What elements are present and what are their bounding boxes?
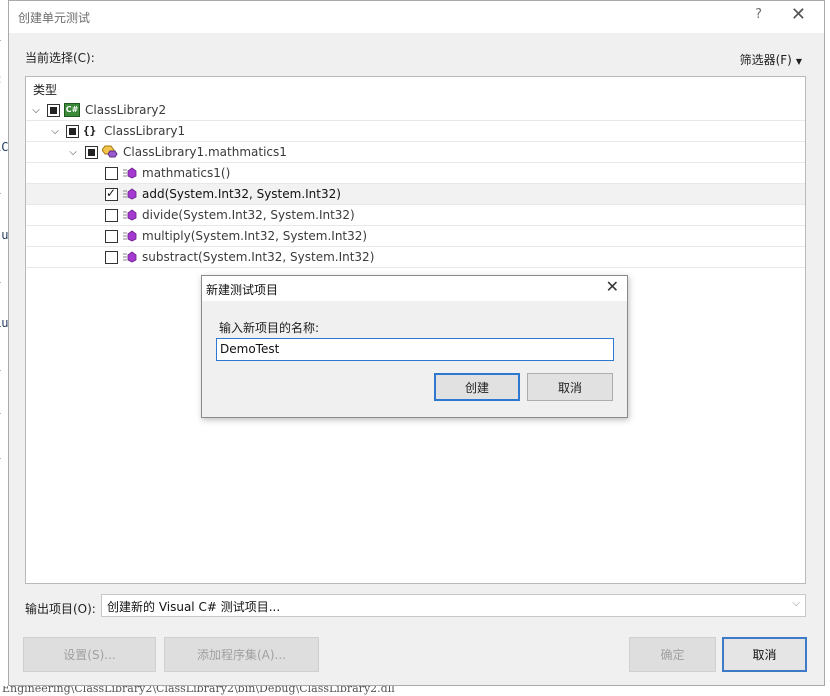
new-test-project-dialog: 新建测试项目 ✕ 输入新项目的名称: DemoTest 创建 取消 bbox=[201, 275, 628, 418]
chevron-down-icon[interactable]: ⌵ bbox=[68, 147, 78, 158]
method-icon bbox=[123, 209, 137, 221]
output-project-label: 输出项目(O): bbox=[25, 602, 96, 616]
tree-checkbox[interactable] bbox=[105, 166, 118, 180]
help-button[interactable]: ? bbox=[755, 7, 762, 22]
tree-checkbox[interactable] bbox=[47, 103, 60, 117]
tree-row-method[interactable]: add(System.Int32, System.Int32) bbox=[26, 184, 805, 205]
project-name-label: 输入新项目的名称: bbox=[219, 321, 320, 335]
chevron-down-icon[interactable]: ⌵ bbox=[50, 126, 60, 137]
method-icon bbox=[123, 251, 137, 263]
tree-checkbox[interactable] bbox=[105, 250, 118, 264]
cancel-button[interactable]: 取消 bbox=[722, 637, 807, 672]
editor-fragment: c bbox=[0, 72, 1, 86]
dialog-titlebar: 创建单元测试 ? ✕ bbox=[9, 1, 824, 33]
editor-fragment: 1 bbox=[0, 403, 1, 417]
namespace-icon: {} bbox=[83, 124, 97, 137]
tree-checkbox[interactable] bbox=[105, 229, 118, 243]
project-name-input[interactable]: DemoTest bbox=[216, 338, 614, 361]
chevron-down-icon[interactable]: ⌵ bbox=[792, 598, 800, 609]
tree-item-label: multiply(System.Int32, System.Int32) bbox=[142, 229, 368, 243]
current-selection-label: 当前选择(C): bbox=[25, 51, 95, 65]
class-icon bbox=[101, 145, 118, 159]
modal-cancel-button[interactable]: 取消 bbox=[527, 373, 613, 401]
ok-button[interactable]: 确定 bbox=[629, 637, 716, 672]
tree-item-label: ClassLibrary1.mathmatics1 bbox=[123, 145, 287, 159]
tree-column-header: 类型 bbox=[33, 83, 58, 97]
background-output-strip: Engineering\ClassLibrary2\ClassLibrary2\… bbox=[0, 686, 830, 696]
chevron-down-icon[interactable]: ⌵ bbox=[31, 105, 41, 116]
dialog-title: 创建单元测试 bbox=[18, 11, 91, 25]
modal-titlebar: 新建测试项目 ✕ bbox=[202, 276, 627, 301]
output-project-select[interactable]: 创建新的 Visual C# 测试项目... ⌵ bbox=[101, 594, 806, 617]
method-icon bbox=[123, 167, 137, 179]
close-icon[interactable]: ✕ bbox=[791, 4, 806, 25]
filter-label: 筛选器(F) bbox=[739, 53, 792, 67]
tree-checkbox[interactable] bbox=[105, 186, 118, 201]
tree-row-project[interactable]: ⌵ C# ClassLibrary2 bbox=[26, 100, 805, 121]
create-button[interactable]: 创建 bbox=[434, 373, 520, 401]
tree-row-method[interactable]: divide(System.Int32, System.Int32) bbox=[26, 205, 805, 226]
tree-item-label: mathmatics1() bbox=[142, 166, 231, 180]
settings-button[interactable]: 设置(S)... bbox=[23, 637, 156, 672]
tree-item-label: divide(System.Int32, System.Int32) bbox=[142, 208, 355, 222]
tree-checkbox[interactable] bbox=[105, 208, 118, 222]
tree-checkbox[interactable] bbox=[85, 145, 98, 159]
tree-item-label: ClassLibrary1 bbox=[104, 124, 186, 138]
tree-item-label: ClassLibrary2 bbox=[85, 103, 167, 117]
tree-row-method[interactable]: substract(System.Int32, System.Int32) bbox=[26, 247, 805, 268]
editor-fragment: 1 bbox=[0, 30, 1, 44]
background-output-text: Engineering\ClassLibrary2\ClassLibrary2\… bbox=[2, 686, 395, 695]
editor-fragment: 1 bbox=[0, 272, 1, 286]
tree-item-label: add(System.Int32, System.Int32) bbox=[142, 187, 341, 201]
editor-fragment: 1 bbox=[0, 360, 1, 374]
tree-row-method[interactable]: multiply(System.Int32, System.Int32) bbox=[26, 226, 805, 247]
editor-fragment: 1 bbox=[0, 183, 1, 197]
method-icon bbox=[123, 230, 137, 242]
tree-row-namespace[interactable]: ⌵ {} ClassLibrary1 bbox=[26, 121, 805, 142]
caret-down-icon: ▼ bbox=[795, 57, 802, 66]
tree-item-label: substract(System.Int32, System.Int32) bbox=[142, 250, 375, 264]
tree-row-class[interactable]: ⌵ ClassLibrary1.mathmatics1 bbox=[26, 142, 805, 163]
csharp-project-icon: C# bbox=[64, 103, 80, 117]
editor-fragment: 1 bbox=[0, 448, 1, 462]
method-icon bbox=[123, 188, 137, 200]
close-icon[interactable]: ✕ bbox=[606, 277, 619, 296]
tree-row-method[interactable]: mathmatics1() bbox=[26, 163, 805, 184]
modal-title: 新建测试项目 bbox=[206, 283, 279, 297]
tree-checkbox[interactable] bbox=[66, 124, 79, 138]
output-project-value: 创建新的 Visual C# 测试项目... bbox=[107, 600, 281, 614]
add-assembly-button[interactable]: 添加程序集(A)... bbox=[164, 637, 319, 672]
filter-dropdown[interactable]: 筛选器(F) ▼ bbox=[740, 51, 802, 68]
